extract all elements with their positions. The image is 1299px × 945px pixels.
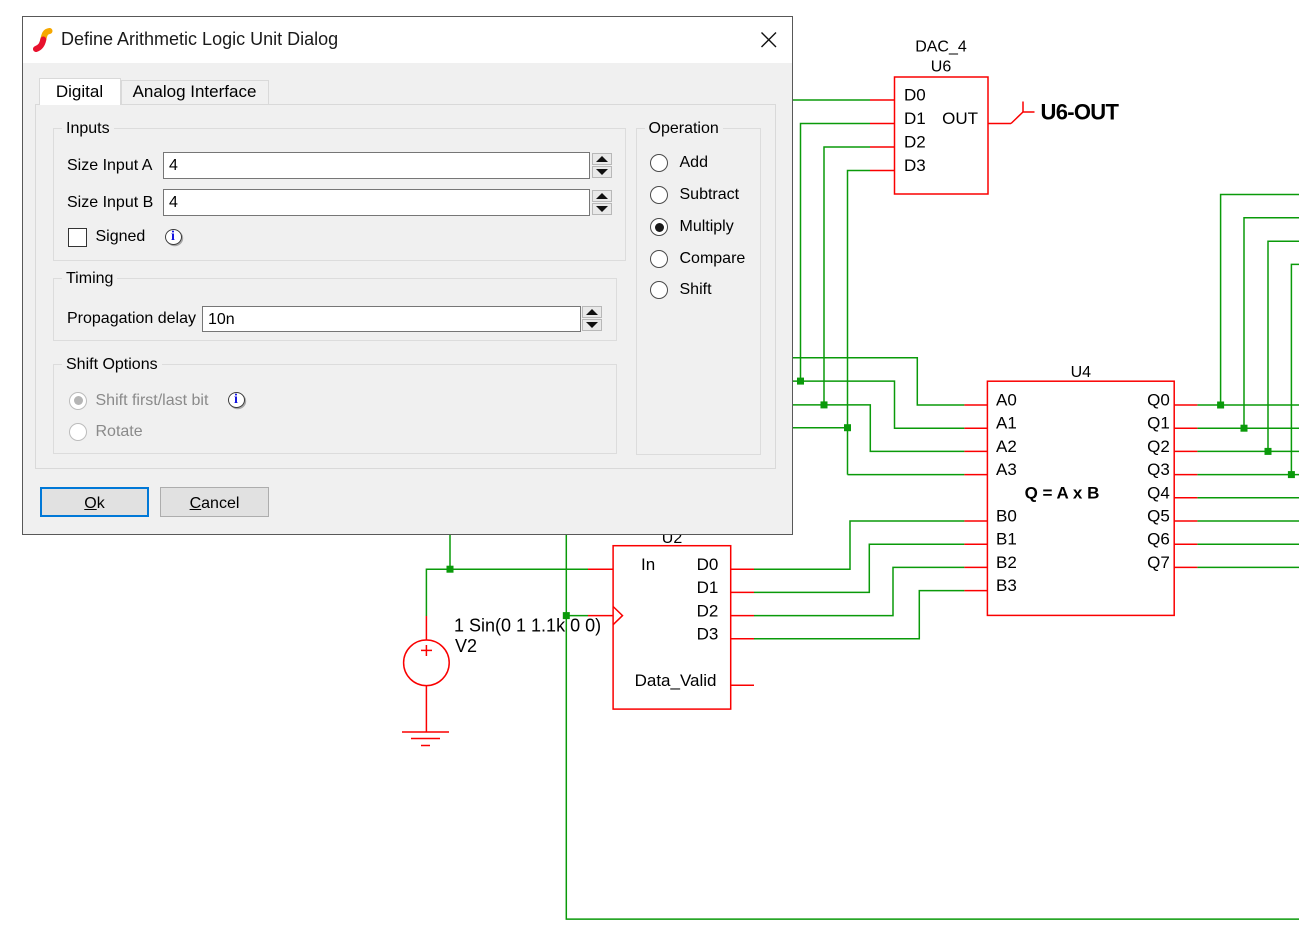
svg-text:D1: D1 (697, 578, 719, 597)
svg-text:D0: D0 (697, 555, 719, 574)
svg-text:Q3: Q3 (1147, 460, 1170, 479)
svg-text:U4: U4 (1071, 364, 1092, 381)
svg-text:Q5: Q5 (1147, 507, 1170, 526)
svg-text:Q4: Q4 (1147, 483, 1170, 502)
svg-text:D2: D2 (904, 133, 926, 152)
svg-text:D2: D2 (697, 601, 719, 620)
svg-text:D3: D3 (904, 156, 926, 175)
svg-text:B2: B2 (996, 553, 1017, 572)
svg-text:B0: B0 (996, 507, 1017, 526)
svg-text:D3: D3 (697, 625, 719, 644)
svg-text:U6-OUT: U6-OUT (1041, 100, 1120, 125)
svg-text:1 Sin(0 1 1.1k 0 0): 1 Sin(0 1 1.1k 0 0) (454, 616, 601, 636)
svg-text:A3: A3 (996, 460, 1017, 479)
svg-text:V2: V2 (455, 636, 477, 656)
svg-text:U6: U6 (931, 59, 952, 76)
svg-text:B1: B1 (996, 530, 1017, 549)
svg-text:Q = A x B: Q = A x B (1025, 484, 1100, 503)
svg-text:Data_Valid: Data_Valid (635, 671, 717, 690)
svg-text:B3: B3 (996, 576, 1017, 595)
svg-text:OUT: OUT (942, 109, 978, 128)
svg-text:A0: A0 (996, 391, 1017, 410)
svg-text:DAC_4: DAC_4 (915, 39, 967, 56)
svg-text:Q2: Q2 (1147, 437, 1170, 456)
svg-text:Q1: Q1 (1147, 414, 1170, 433)
svg-text:A2: A2 (996, 437, 1017, 456)
svg-text:Q7: Q7 (1147, 553, 1170, 572)
svg-text:Q0: Q0 (1147, 391, 1170, 410)
svg-text:D1: D1 (904, 109, 926, 128)
svg-text:A1: A1 (996, 414, 1017, 433)
svg-text:D0: D0 (904, 86, 926, 105)
svg-text:Q6: Q6 (1147, 530, 1170, 549)
svg-text:In: In (641, 555, 655, 574)
